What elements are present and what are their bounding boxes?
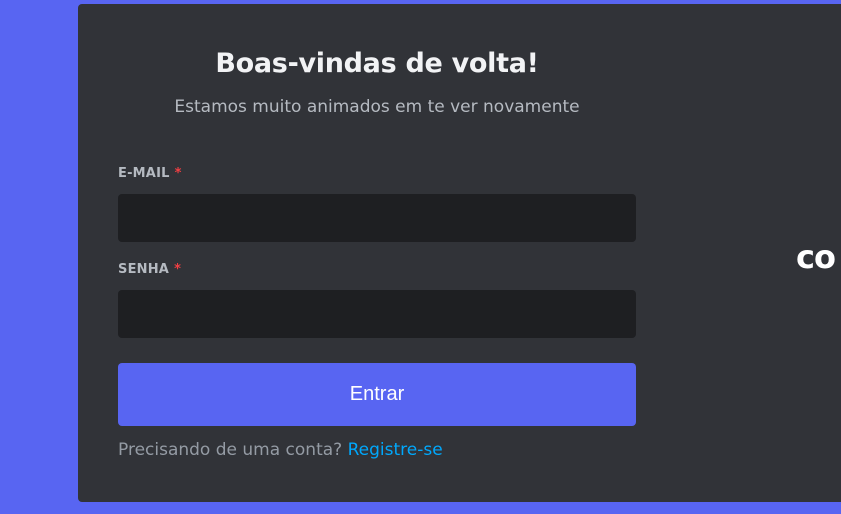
register-line: Precisando de uma conta? Registre-se — [118, 440, 443, 460]
password-label-text: SENHA — [118, 262, 170, 277]
register-prompt: Precisando de uma conta? — [118, 440, 343, 460]
email-field[interactable] — [118, 194, 636, 242]
email-required-mark: * — [174, 166, 182, 181]
page-subtitle: Estamos muito animados em te ver novamen… — [174, 97, 580, 117]
qr-login-side-text: co — [796, 238, 836, 276]
email-label: E-MAIL * — [118, 166, 182, 181]
page-title: Boas-vindas de volta! — [215, 48, 539, 79]
register-link[interactable]: Registre-se — [348, 440, 443, 460]
login-button[interactable]: Entrar — [118, 363, 636, 426]
login-button-label: Entrar — [349, 383, 405, 405]
email-label-text: E-MAIL — [118, 166, 170, 181]
login-panel: Boas-vindas de volta! Estamos muito anim… — [78, 4, 841, 502]
password-label: SENHA * — [118, 262, 181, 277]
password-field[interactable] — [118, 290, 636, 338]
password-required-mark: * — [174, 262, 182, 277]
